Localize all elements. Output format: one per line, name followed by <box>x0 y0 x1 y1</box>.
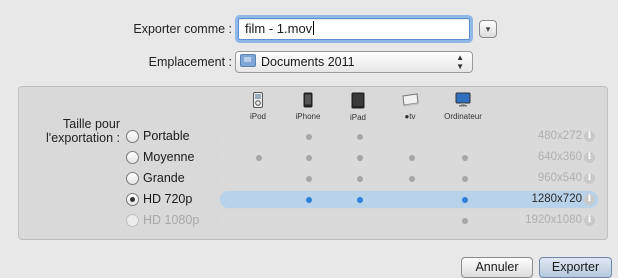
size-option-label[interactable]: Grande <box>143 171 185 185</box>
size-option-label[interactable]: HD 1080p <box>143 213 199 227</box>
compat-dot-computer <box>462 218 468 224</box>
size-option-radio[interactable] <box>126 193 139 206</box>
resolution-label: 480x272 <box>537 130 582 142</box>
location-popup[interactable]: Documents 2011 ▲ ▼ <box>235 51 473 73</box>
location-label: Emplacement : <box>148 55 232 69</box>
compat-dot-ipod <box>256 155 262 161</box>
export-as-label: Exporter comme : <box>133 22 232 36</box>
resolution-label: 1920x1080 <box>525 214 582 226</box>
ipad-icon <box>351 92 365 109</box>
compat-dot-computer <box>462 176 468 182</box>
info-icon[interactable]: i <box>584 194 595 205</box>
text-caret <box>313 21 315 35</box>
device-appletv: ●tv <box>380 92 440 121</box>
resolution-label: 960x540 <box>537 172 582 184</box>
size-option-label[interactable]: Portable <box>143 129 190 143</box>
compat-dot-appletv <box>409 155 415 161</box>
compat-dot-iphone <box>306 197 312 203</box>
iphone-icon <box>303 92 313 108</box>
cancel-button[interactable]: Annuler <box>461 257 533 278</box>
device-appletv-text: tv <box>409 112 416 121</box>
disclosure-icon: ▾ <box>485 24 491 34</box>
info-icon[interactable]: i <box>584 173 595 184</box>
updown-arrows-icon: ▲ ▼ <box>456 53 464 71</box>
compat-dot-iphone <box>306 176 312 182</box>
folder-icon <box>240 54 256 67</box>
compat-dot-ipad <box>357 197 363 203</box>
filename-input[interactable]: film - 1.mov <box>238 18 470 40</box>
device-ipad: iPad <box>328 92 388 122</box>
computer-icon <box>455 92 471 107</box>
resolution-label: 640x360 <box>537 151 582 163</box>
size-option-label[interactable]: Moyenne <box>143 150 194 164</box>
device-ipad-label: iPad <box>349 113 366 122</box>
ipod-icon <box>253 92 263 108</box>
filename-value: film - 1.mov <box>245 21 313 36</box>
size-option-radio[interactable] <box>126 172 139 185</box>
size-option-label[interactable]: HD 720p <box>143 192 192 206</box>
compat-dot-computer <box>462 197 468 203</box>
location-value: Documents 2011 <box>261 55 355 69</box>
device-appletv-label: ●tv <box>380 112 440 121</box>
info-icon[interactable]: i <box>584 131 595 142</box>
device-computer: Ordinateur <box>433 92 493 121</box>
export-button[interactable]: Exporter <box>539 257 612 278</box>
device-computer-label: Ordinateur <box>444 112 482 121</box>
compat-dot-iphone <box>306 134 312 140</box>
expand-dialog-button[interactable]: ▾ <box>479 20 497 38</box>
size-label-line2: l'exportation : <box>46 131 120 145</box>
compat-dot-ipad <box>357 176 363 182</box>
compat-dot-ipad <box>357 155 363 161</box>
size-label: Taille pour l'exportation : <box>20 117 120 145</box>
compat-dot-ipad <box>357 134 363 140</box>
compat-dot-computer <box>462 155 468 161</box>
size-label-line1: Taille pour <box>63 117 120 131</box>
size-option-radio[interactable] <box>126 130 139 143</box>
info-icon[interactable]: i <box>584 152 595 163</box>
size-option-radio[interactable] <box>126 151 139 164</box>
resolution-label: 1280x720 <box>531 193 582 205</box>
compat-dot-appletv <box>409 176 415 182</box>
compat-dot-iphone <box>306 155 312 161</box>
size-option-radio <box>126 214 139 227</box>
info-icon[interactable]: i <box>584 215 595 226</box>
appletv-icon <box>402 93 419 107</box>
